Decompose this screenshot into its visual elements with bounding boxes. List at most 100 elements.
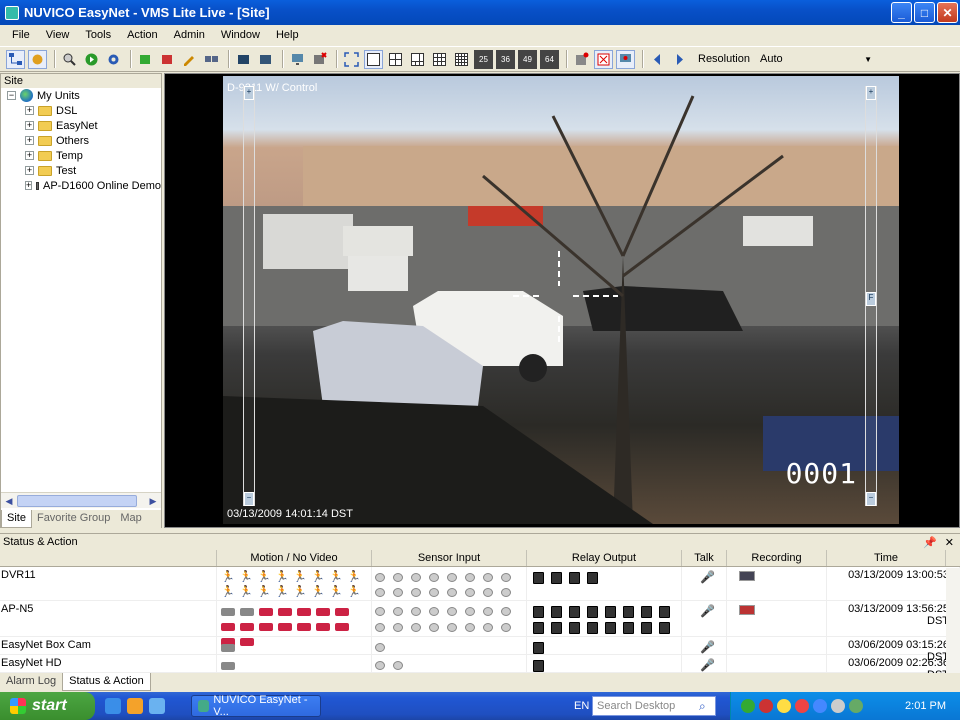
search-device-icon[interactable] [60, 50, 79, 69]
layout-64-icon[interactable]: 64 [540, 49, 559, 69]
camera-group-icon[interactable] [28, 49, 47, 69]
relay-icon[interactable] [587, 606, 598, 618]
settings-gear-icon[interactable] [104, 50, 123, 69]
scroll-left-icon[interactable]: ◀ [1, 494, 17, 508]
slider-bottom-knob[interactable]: − [866, 492, 876, 506]
tree-item-others[interactable]: + Others [1, 133, 161, 148]
table-row[interactable]: EasyNet HD 🎤 03/06/2009 02:26:36 DST [0, 655, 960, 681]
fullscreen-icon[interactable] [342, 50, 361, 69]
monitor-icon[interactable] [288, 50, 307, 69]
relay-icon[interactable] [623, 606, 634, 618]
relay-icon[interactable] [533, 572, 544, 584]
collapse-icon[interactable]: − [7, 91, 16, 100]
menu-help[interactable]: Help [268, 29, 307, 41]
relay-icon[interactable] [533, 660, 544, 672]
transfer-icon[interactable] [202, 50, 221, 69]
connect-icon[interactable] [136, 50, 155, 69]
site-tree-icon[interactable] [6, 49, 25, 69]
layout-25-icon[interactable]: 25 [474, 49, 493, 69]
menu-window[interactable]: Window [213, 29, 268, 41]
slider-top-knob[interactable]: + [866, 86, 876, 100]
tree-item-easynet[interactable]: + EasyNet [1, 118, 161, 133]
tab-alarm-log[interactable]: Alarm Log [0, 673, 62, 691]
edit-icon[interactable] [180, 50, 199, 69]
search-icon[interactable]: ⌕ [699, 699, 713, 713]
relay-icon[interactable] [587, 572, 598, 584]
close-button[interactable]: ✕ [937, 2, 958, 23]
outlook-icon[interactable] [149, 698, 165, 714]
menu-admin[interactable]: Admin [166, 29, 213, 41]
pin-icon[interactable]: 📌 [923, 536, 937, 549]
expand-icon[interactable]: + [25, 121, 34, 130]
focus-slider[interactable]: + F − [865, 86, 877, 506]
network-icon[interactable] [741, 699, 755, 713]
relay-icon[interactable] [533, 622, 544, 634]
camera-feed[interactable]: D-9211 W/ Control 03/13/2009 14:01:14 DS… [223, 76, 899, 524]
maximize-button[interactable]: □ [914, 2, 935, 23]
relay-icon[interactable] [641, 622, 652, 634]
tree-item-ap-d1600[interactable]: + AP-D1600 Online Demo [1, 178, 161, 193]
antivirus-icon[interactable] [759, 699, 773, 713]
close-panel-icon[interactable]: ✕ [945, 536, 954, 549]
relay-icon[interactable] [569, 572, 580, 584]
relay-icon[interactable] [533, 642, 544, 654]
tab-site[interactable]: Site [1, 510, 32, 528]
clock[interactable]: 2:01 PM [905, 700, 960, 712]
menu-action[interactable]: Action [119, 29, 166, 41]
recording-icon[interactable] [739, 571, 755, 581]
microphone-icon[interactable]: 🎤 [700, 604, 715, 618]
relay-icon[interactable] [551, 622, 562, 634]
resolution-select[interactable]: Auto ▼ [755, 50, 876, 68]
expand-icon[interactable]: + [25, 106, 34, 115]
video-viewport[interactable]: D-9211 W/ Control 03/13/2009 14:01:14 DS… [164, 73, 960, 528]
relay-icon[interactable] [569, 622, 580, 634]
relay-icon[interactable] [587, 622, 598, 634]
internet-explorer-icon[interactable] [105, 698, 121, 714]
relay-icon[interactable] [569, 606, 580, 618]
relay-icon[interactable] [551, 572, 562, 584]
relay-icon[interactable] [659, 622, 670, 634]
tab-favorite-group[interactable]: Favorite Group [32, 510, 115, 528]
layout-36-icon[interactable]: 36 [496, 49, 515, 69]
layout-4-icon[interactable] [386, 50, 405, 69]
menu-file[interactable]: File [0, 29, 38, 41]
wifi-icon[interactable] [831, 699, 845, 713]
alarm-off-icon[interactable] [310, 50, 329, 69]
menu-tools[interactable]: Tools [77, 29, 119, 41]
tab-map[interactable]: Map [115, 510, 146, 528]
security-icon[interactable] [777, 699, 791, 713]
layout-9-icon[interactable] [430, 50, 449, 69]
relay-icon[interactable] [551, 606, 562, 618]
table-row[interactable]: DVR11 🏃 🏃 🏃 🏃 🏃 🏃 🏃 🏃 🏃 🏃 🏃 🏃 🏃 🏃 🏃 🏃 🎤 03/13/2009 13:… [0, 567, 960, 601]
layout-6-icon[interactable] [408, 50, 427, 69]
start-button[interactable]: start [0, 692, 95, 720]
layout-16-icon[interactable] [452, 50, 471, 69]
layout-1-icon[interactable] [364, 49, 383, 69]
vertical-scrollbar[interactable] [946, 568, 960, 673]
expand-icon[interactable]: + [25, 136, 34, 145]
disconnect-icon[interactable] [158, 50, 177, 69]
language-indicator[interactable]: EN [574, 700, 589, 712]
tab-status-action[interactable]: Status & Action [62, 673, 151, 691]
expand-icon[interactable]: + [25, 181, 33, 190]
microphone-icon[interactable]: 🎤 [700, 640, 715, 654]
snapshot-icon[interactable] [234, 50, 253, 69]
tree-item-temp[interactable]: + Temp [1, 148, 161, 163]
microphone-icon[interactable]: 🎤 [700, 570, 715, 584]
relay-icon[interactable] [623, 622, 634, 634]
relay-icon[interactable] [605, 606, 616, 618]
relay-icon[interactable] [533, 606, 544, 618]
sequence-icon[interactable] [594, 49, 613, 69]
focus-knob[interactable]: F [866, 292, 876, 306]
relay-icon[interactable] [605, 622, 616, 634]
firefox-icon[interactable] [127, 698, 143, 714]
expand-icon[interactable]: + [25, 166, 34, 175]
alarm-icon[interactable] [572, 50, 591, 69]
previous-icon[interactable] [648, 50, 667, 69]
expand-icon[interactable]: + [25, 151, 34, 160]
record-icon[interactable] [256, 50, 275, 69]
volume-icon[interactable] [849, 699, 863, 713]
relay-icon[interactable] [659, 606, 670, 618]
minimize-button[interactable]: _ [891, 2, 912, 23]
tree-root[interactable]: − My Units [1, 88, 161, 103]
